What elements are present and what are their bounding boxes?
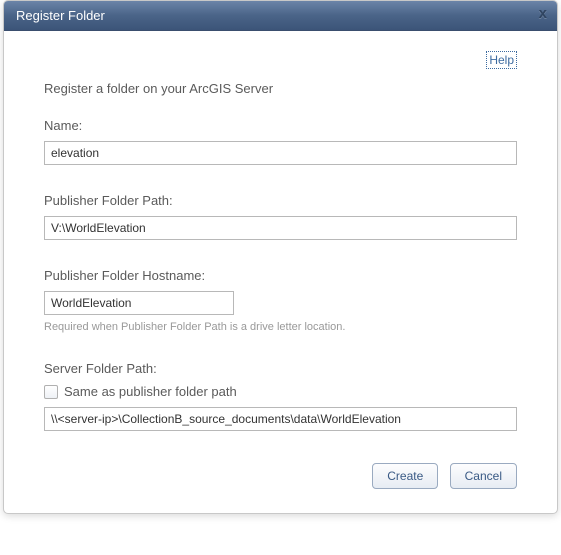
dialog-title: Register Folder xyxy=(16,8,105,23)
dialog-description: Register a folder on your ArcGIS Server xyxy=(44,81,517,96)
publisher-path-label: Publisher Folder Path: xyxy=(44,193,517,208)
server-path-label: Server Folder Path: xyxy=(44,361,517,376)
name-input[interactable] xyxy=(44,141,517,165)
publisher-hostname-input[interactable] xyxy=(44,291,234,315)
cancel-button[interactable]: Cancel xyxy=(450,463,517,489)
same-as-publisher-row: Same as publisher folder path xyxy=(44,384,517,399)
same-as-publisher-label: Same as publisher folder path xyxy=(64,384,237,399)
publisher-path-input[interactable] xyxy=(44,216,517,240)
help-row: Help xyxy=(44,53,517,67)
field-publisher-hostname-group: Publisher Folder Hostname: xyxy=(44,268,517,315)
close-icon[interactable]: x xyxy=(539,5,547,22)
register-folder-dialog: Register Folder x Help Register a folder… xyxy=(3,0,558,514)
titlebar: Register Folder x xyxy=(4,1,557,31)
help-link[interactable]: Help xyxy=(486,51,517,69)
same-as-publisher-checkbox[interactable] xyxy=(44,385,58,399)
field-publisher-path-group: Publisher Folder Path: xyxy=(44,193,517,240)
name-label: Name: xyxy=(44,118,517,133)
create-button[interactable]: Create xyxy=(372,463,438,489)
field-name-group: Name: xyxy=(44,118,517,165)
publisher-hostname-hint: Required when Publisher Folder Path is a… xyxy=(44,321,517,333)
server-path-input[interactable] xyxy=(44,407,517,431)
dialog-content: Help Register a folder on your ArcGIS Se… xyxy=(4,31,557,513)
publisher-hostname-label: Publisher Folder Hostname: xyxy=(44,268,517,283)
button-row: Create Cancel xyxy=(44,463,517,495)
field-server-path-group: Server Folder Path: Same as publisher fo… xyxy=(44,361,517,431)
